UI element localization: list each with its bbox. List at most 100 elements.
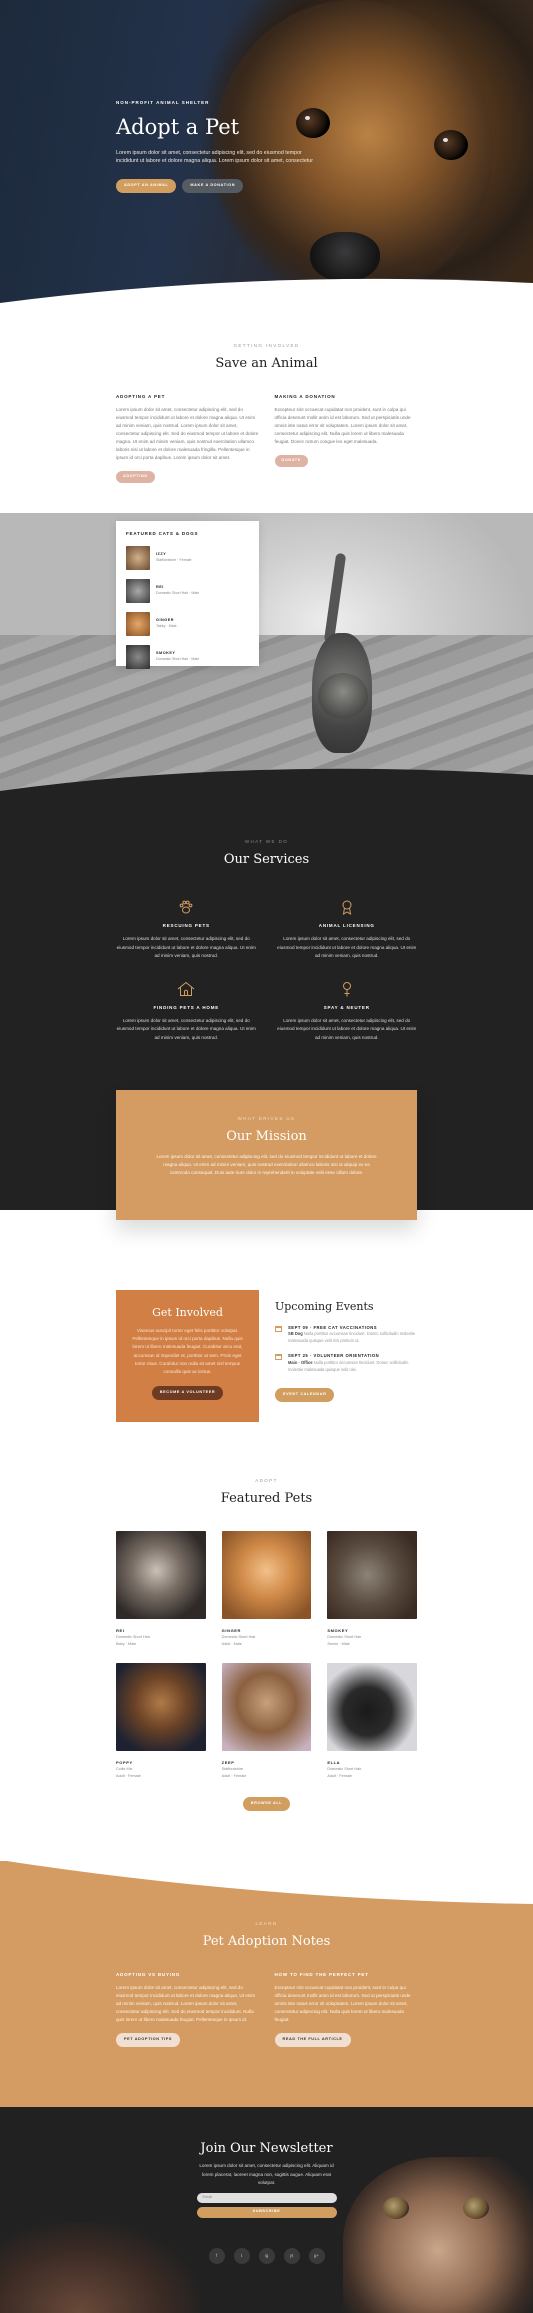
events-panel: Upcoming Events SEPT 09 · FREE CAT VACCI…	[275, 1290, 417, 1422]
event-item[interactable]: SEPT 25 · VOLUNTEER ORIENTATION Main · O…	[275, 1353, 417, 1373]
google-plus-icon[interactable]: g+	[308, 2248, 325, 2265]
get-involved-body: Vivamus suscipit tortor eget felis portt…	[132, 1327, 243, 1375]
service-licensing: ANIMAL LICENSING Lorem ipsum dolor sit a…	[277, 896, 418, 960]
calendar-icon	[275, 1325, 282, 1332]
save-title: Save an Animal	[215, 355, 318, 371]
pet-photo	[327, 1530, 417, 1619]
featured-pet-row[interactable]: REI Domestic Short Hair · Male	[126, 579, 249, 604]
hero-title: Adopt a Pet	[116, 114, 240, 139]
adopting-vs-buying-body: Lorem ipsum dolor sit amet, consectetur …	[116, 1985, 256, 2023]
event-item[interactable]: SEPT 09 · FREE CAT VACCINATIONS SB Dog N…	[275, 1325, 417, 1345]
pet-card[interactable]: ZEEP Staffordshire Adult · Female	[221, 1663, 312, 1779]
become-volunteer-button[interactable]: BECOME A VOLUNTEER	[151, 1386, 224, 1401]
event-place: Main · Office	[288, 1359, 313, 1365]
pet-thumbnail	[126, 546, 150, 571]
pet-age-sex: Adult · Female	[327, 1773, 353, 1778]
involved-section: Get Involved Vivamus suscipit tortor ege…	[0, 1280, 533, 1462]
ribbon-icon	[342, 900, 352, 916]
pet-desc: Staffordshire · Female	[156, 558, 192, 563]
pet-age-sex: Senior · Male	[327, 1641, 350, 1646]
service-title: RESCUING PETS	[162, 923, 210, 929]
event-calendar-button[interactable]: EVENT CALENDAR	[275, 1387, 335, 1402]
save-eyebrow: GETTING INVOLVED	[233, 343, 300, 348]
mission-body: Lorem ipsum dolor sit amet, consectetur …	[156, 1153, 377, 1176]
pet-card[interactable]: REI Domestic Short Hair Baby · Male	[116, 1530, 206, 1647]
newsletter-title: Join Our Newsletter	[200, 2141, 333, 2157]
hero-kicker: NON-PROFIT ANIMAL SHELTER	[116, 100, 210, 105]
pet-card[interactable]: SMOKEY Domestic Short Hair Senior · Male	[327, 1530, 417, 1647]
browse-all-button[interactable]: BROWSE ALL	[242, 1797, 291, 1811]
pet-photo	[116, 1530, 206, 1619]
service-rescuing: RESCUING PETS Lorem ipsum dolor sit amet…	[116, 896, 257, 960]
newsletter-section: Join Our Newsletter Lorem ipsum dolor si…	[0, 2107, 533, 2313]
facebook-icon[interactable]: f	[208, 2248, 225, 2265]
mission-title: Our Mission	[226, 1128, 307, 1144]
cat-tail	[323, 552, 347, 644]
cat-wave	[0, 768, 533, 806]
email-input[interactable]: Email	[196, 2193, 337, 2204]
hero-wave	[0, 278, 533, 315]
pet-photo	[221, 1530, 312, 1619]
house-icon	[177, 981, 195, 997]
pet-desc: Domestic Short Hair · Male	[156, 657, 200, 662]
read-article-button[interactable]: READ THE FULL ARTICLE	[274, 2033, 351, 2048]
instagram-icon[interactable]: ig	[258, 2248, 275, 2265]
featured-card: FEATURED CATS & DOGS IZZY Staffordshire ·…	[116, 521, 259, 670]
pet-age-sex: Adult · Female	[221, 1773, 247, 1778]
youtube-icon[interactable]: yt	[283, 2248, 300, 2265]
donation-title: MAKING A DONATION	[274, 394, 336, 400]
pet-age-sex: Adult · Female	[116, 1773, 141, 1778]
featured-pet-row[interactable]: GINGER Tabby · Male	[126, 612, 249, 637]
pet-photo	[221, 1663, 312, 1752]
events-title: Upcoming Events	[275, 1299, 374, 1313]
notes-wave	[0, 1859, 533, 1904]
make-donation-button[interactable]: MAKE A DONATION	[182, 179, 244, 194]
pet-photo	[116, 1663, 206, 1752]
subscribe-button[interactable]: SUBSCRIBE	[196, 2207, 337, 2219]
service-body: Lorem ipsum dolor sit amet, consectetur …	[116, 936, 256, 958]
service-body: Lorem ipsum dolor sit amet, consectetur …	[277, 1018, 417, 1040]
pet-desc: Domestic Short Hair · Male	[156, 591, 200, 596]
featured-pets-section: ADOPT Featured Pets REI Domestic Short H…	[0, 1462, 533, 1851]
adoption-tips-button[interactable]: PET ADOPTION TIPS	[116, 2033, 181, 2048]
pet-desc: Tabby · Male	[156, 624, 177, 629]
save-animal-section: GETTING INVOLVED Save an Animal ADOPTING…	[0, 315, 533, 513]
mission-box: WHAT DRIVES US Our Mission Lorem ipsum d…	[116, 1089, 417, 1220]
social-links: f t ig yt g+	[0, 2248, 533, 2265]
adopting-body: Lorem ipsum dolor sit amet, consectetur …	[116, 407, 259, 461]
pet-card[interactable]: ELLA Domestic Short Hair Adult · Female	[327, 1663, 417, 1779]
featured-pet-row[interactable]: IZZY Staffordshire · Female	[126, 546, 249, 571]
hero-body: Lorem ipsum dolor sit amet, consectetur …	[116, 149, 313, 164]
newsletter-body: Lorem ipsum dolor sit amet, consectetur …	[199, 2163, 334, 2185]
event-place: SB Dog	[288, 1331, 303, 1337]
mission-eyebrow: WHAT DRIVES US	[237, 1115, 296, 1121]
adopt-animal-button[interactable]: ADOPT AN ANIMAL	[116, 179, 177, 194]
dog-eye	[434, 130, 468, 160]
twitter-icon[interactable]: t	[233, 2248, 250, 2265]
perfect-pet-body: Excepteur sint occaecat cupidatat non pr…	[274, 1985, 411, 2023]
services-section: WHAT WE DO Our Services RESCUING PETS Lo…	[0, 805, 533, 1090]
service-finding-home: FINDING PETS A HOME Lorem ipsum dolor si…	[116, 978, 257, 1042]
pet-card[interactable]: GINGER Domestic Short Hair Adult · Male	[221, 1530, 312, 1647]
adopting-vs-buying-title: ADOPTING VS BUYING	[116, 1972, 181, 1978]
service-body: Lorem ipsum dolor sit amet, consectetur …	[116, 1018, 256, 1040]
service-title: ANIMAL LICENSING	[318, 923, 375, 929]
paw-icon	[179, 900, 193, 914]
get-involved-box: Get Involved Vivamus suscipit tortor ege…	[116, 1289, 259, 1422]
event-body: Nulla porttitor accumsan tincidunt. Done…	[288, 1331, 415, 1344]
pet-thumbnail	[126, 612, 150, 637]
donation-body: Excepteur sint occaecat cupidatat non pr…	[274, 407, 411, 445]
adopting-button[interactable]: ADOPTING	[116, 471, 155, 484]
donate-button[interactable]: DONATE	[274, 455, 308, 468]
notes-eyebrow: LEARN	[255, 1920, 278, 1926]
service-body: Lorem ipsum dolor sit amet, consectetur …	[277, 936, 417, 958]
service-title: FINDING PETS A HOME	[153, 1005, 220, 1011]
pet-card[interactable]: POPPY Collie Mix Adult · Female	[116, 1663, 206, 1779]
pet-age-sex: Baby · Male	[116, 1641, 137, 1646]
featured-pet-row[interactable]: SMOKEY Domestic Short Hair · Male	[126, 645, 249, 670]
services-eyebrow: WHAT WE DO	[244, 839, 289, 845]
hero-section: NON-PROFIT ANIMAL SHELTER Adopt a Pet Lo…	[0, 0, 533, 315]
get-involved-title: Get Involved	[152, 1305, 223, 1319]
featured-card-title: FEATURED CATS & DOGS	[126, 531, 199, 537]
pet-age-sex: Adult · Male	[221, 1641, 242, 1646]
